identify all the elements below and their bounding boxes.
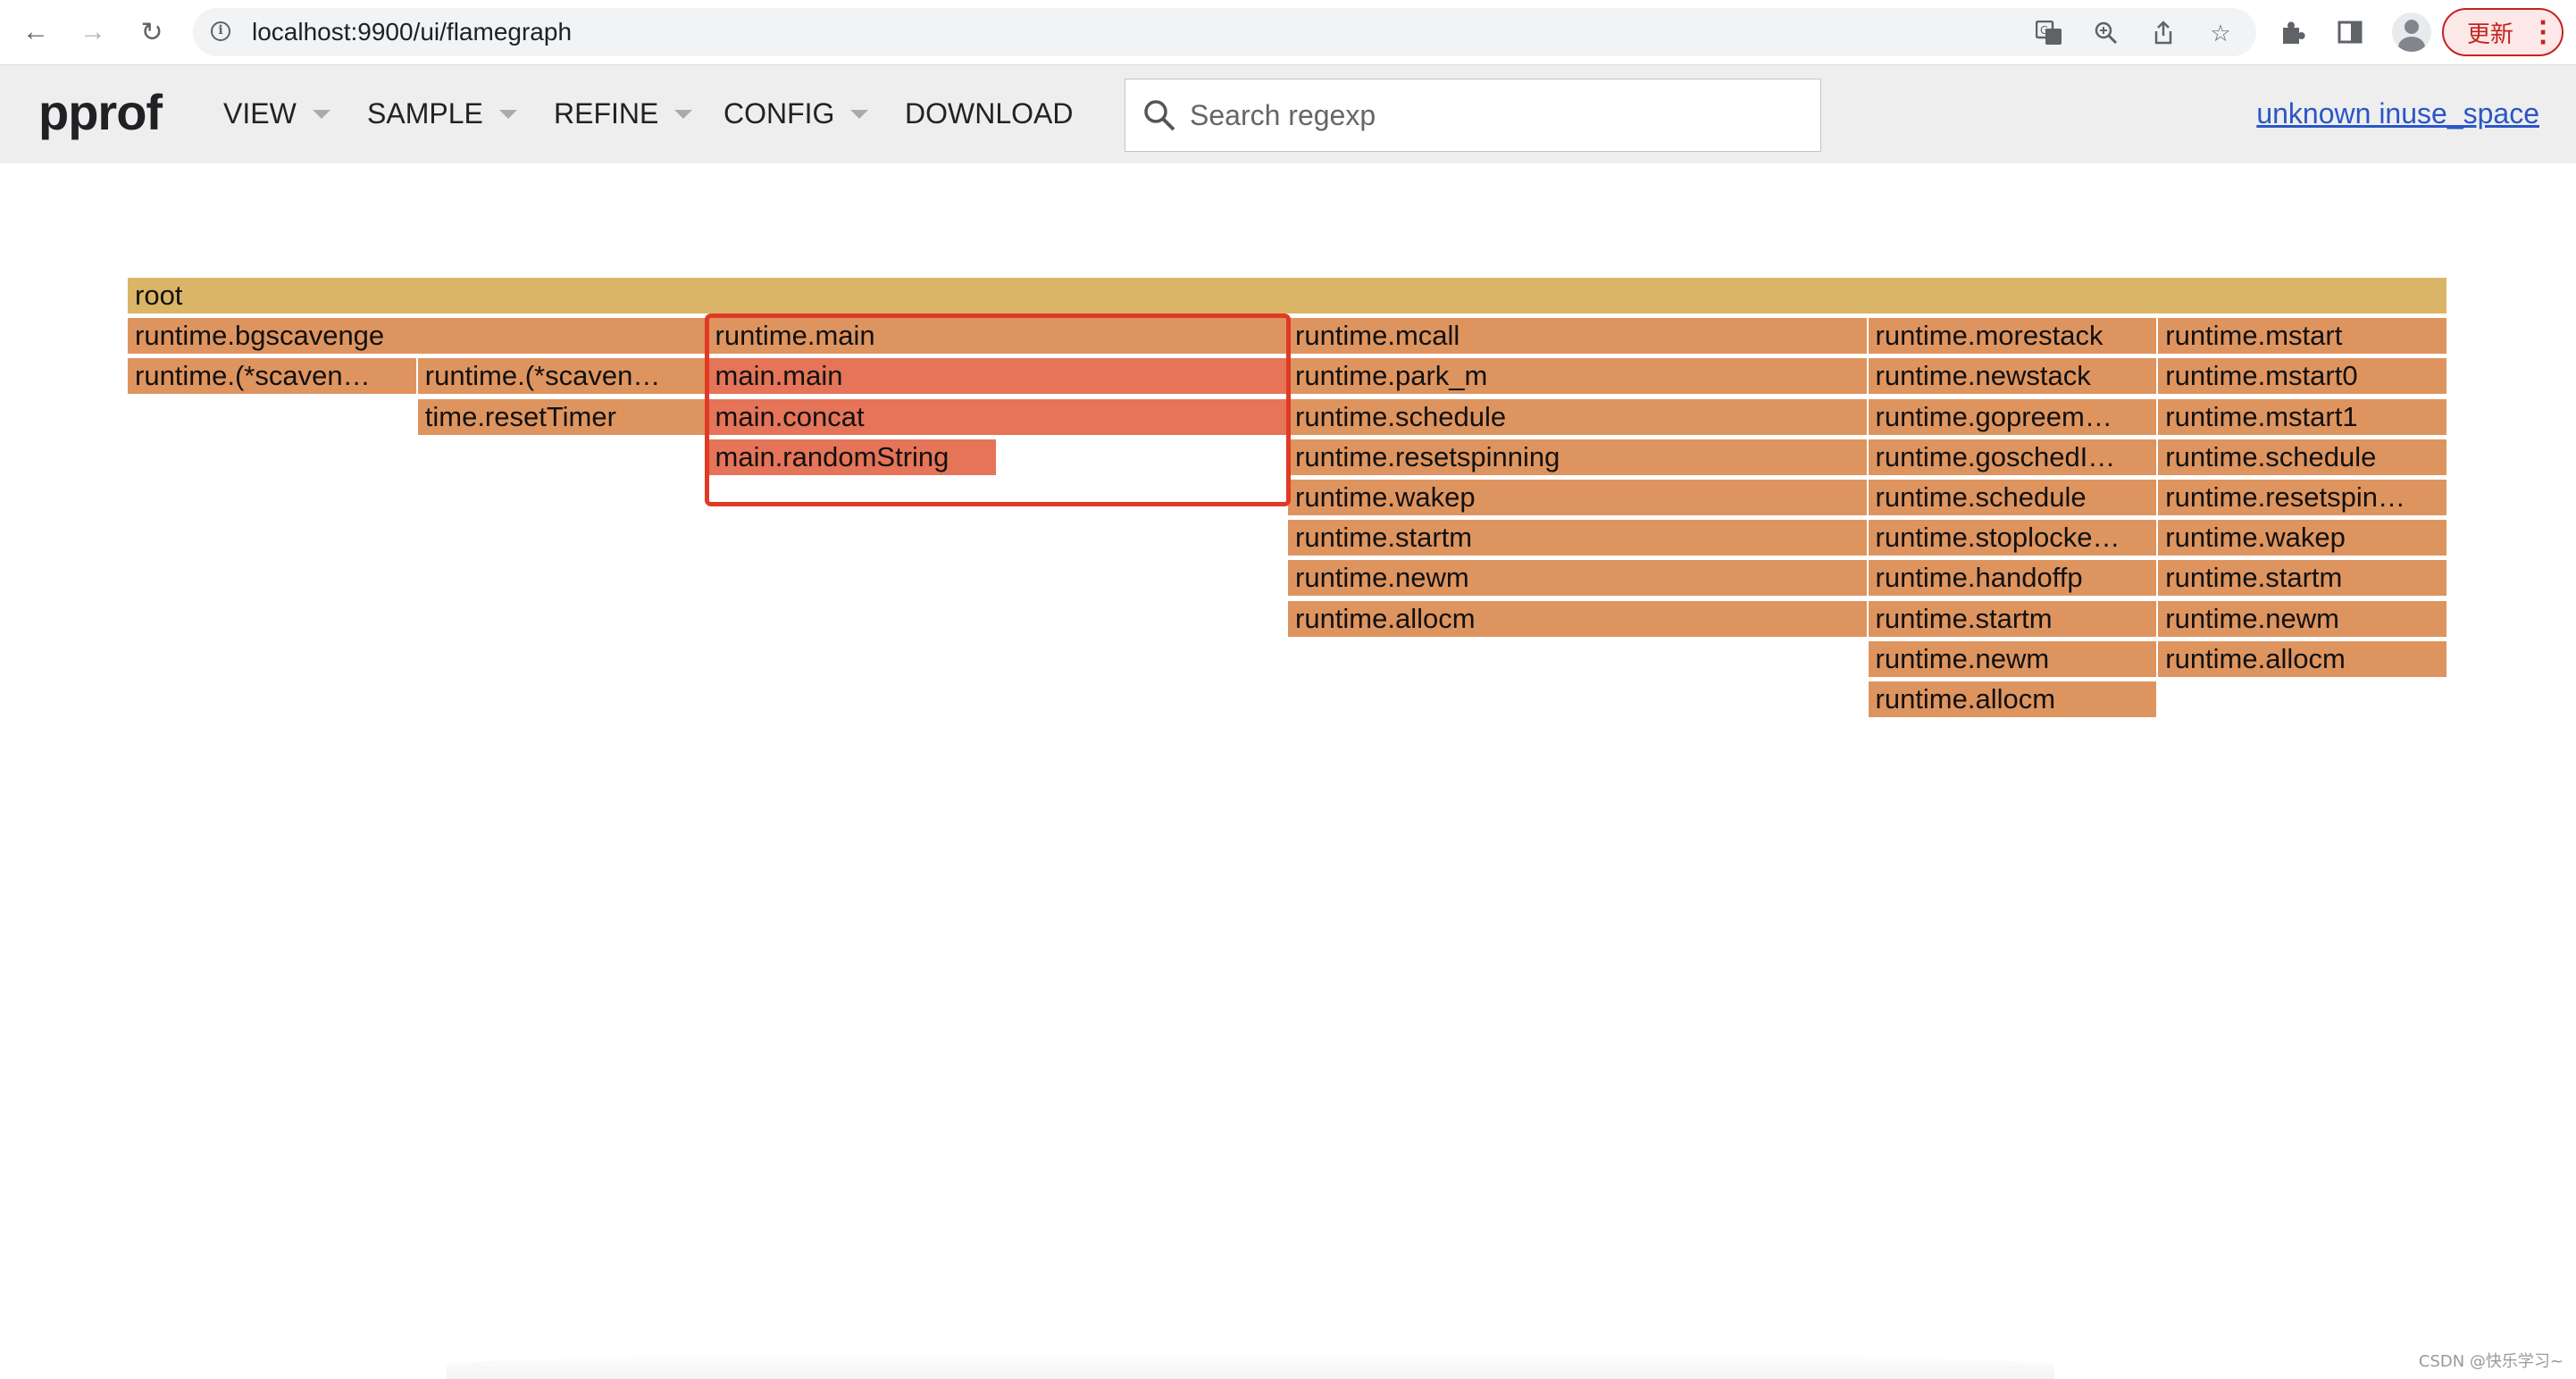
flame-graph: root runtime.bgscavenge runtime.main runtim…: [128, 278, 2448, 724]
profile-type-link[interactable]: unknown inuse_space: [2256, 97, 2539, 130]
flame-frame[interactable]: runtime.startm: [1288, 520, 1869, 558]
caret-down-icon: [674, 109, 693, 119]
flame-frame[interactable]: runtime.mstart1: [2158, 398, 2448, 437]
flame-frame[interactable]: main.main: [707, 358, 1288, 397]
flame-frame[interactable]: runtime.main: [707, 318, 1288, 356]
menu-sample-label: SAMPLE: [367, 97, 483, 130]
flame-frame[interactable]: runtime.allocm: [1288, 600, 1869, 639]
flame-frame[interactable]: runtime.newstack: [1868, 358, 2159, 397]
share-icon[interactable]: [2149, 21, 2178, 46]
menu-view[interactable]: VIEW: [223, 97, 330, 130]
reload-icon[interactable]: ↻: [134, 14, 170, 50]
menu-download[interactable]: DOWNLOAD: [905, 97, 1073, 130]
flame-frame[interactable]: runtime.gopreem…: [1868, 398, 2159, 437]
menu-sample[interactable]: SAMPLE: [367, 97, 517, 130]
menu-download-label: DOWNLOAD: [905, 97, 1074, 130]
menu-config[interactable]: CONFIG: [723, 97, 869, 130]
flame-frame[interactable]: runtime.resetspinning: [1288, 439, 1869, 477]
back-arrow-icon[interactable]: ←: [18, 14, 54, 50]
flame-frame[interactable]: runtime.newm: [1288, 560, 1869, 598]
flame-frame[interactable]: main.randomString: [707, 439, 999, 477]
flame-frame[interactable]: root: [128, 278, 2448, 315]
flame-frame[interactable]: runtime.park_m: [1288, 358, 1869, 397]
flame-frame[interactable]: main.concat: [707, 398, 1288, 437]
bookmark-star-icon[interactable]: ☆: [2206, 20, 2235, 46]
side-panel-icon[interactable]: [2333, 15, 2367, 49]
forward-arrow-icon[interactable]: →: [75, 14, 111, 50]
menu-view-label: VIEW: [223, 97, 297, 130]
flame-frame[interactable]: runtime.mstart: [2158, 318, 2448, 356]
flame-frame[interactable]: runtime.resetspin…: [2158, 480, 2448, 517]
update-button[interactable]: 更新 · · ·: [2442, 8, 2563, 56]
flame-frame[interactable]: runtime.bgscavenge: [128, 318, 708, 356]
flame-frame[interactable]: runtime.allocm: [1868, 681, 2159, 719]
flame-frame[interactable]: runtime.startm: [1868, 600, 2159, 639]
flame-frame[interactable]: runtime.newm: [2158, 600, 2448, 639]
flame-frame[interactable]: runtime.stoplocke…: [1868, 520, 2159, 558]
flame-frame[interactable]: runtime.schedule: [1288, 398, 1869, 437]
caret-down-icon: [312, 109, 330, 119]
extensions-puzzle-icon[interactable]: [2276, 15, 2310, 49]
flame-frame[interactable]: runtime.handoffp: [1868, 560, 2159, 598]
address-bar[interactable]: i localhost:9900/ui/flamegraph G ☆: [193, 8, 2256, 56]
watermark: CSDN @快乐学习~: [2418, 1352, 2563, 1371]
flame-frame[interactable]: runtime.schedule: [1868, 480, 2159, 517]
flame-frame[interactable]: runtime.morestack: [1868, 318, 2159, 356]
pprof-logo[interactable]: pprof: [38, 83, 163, 141]
update-button-label: 更新: [2467, 21, 2514, 48]
flame-frame[interactable]: runtime.(*scaven…: [417, 358, 708, 397]
svg-text:G: G: [2040, 24, 2048, 37]
flame-frame[interactable]: runtime.mcall: [1288, 318, 1869, 356]
search-box[interactable]: [1125, 79, 1821, 152]
translate-icon[interactable]: G: [2035, 21, 2063, 46]
site-info-icon[interactable]: i: [211, 21, 230, 41]
menu-config-label: CONFIG: [723, 97, 835, 130]
pprof-header: pprof VIEW SAMPLE REFINE CONFIG DOWNLOAD…: [0, 65, 2576, 163]
caret-down-icon: [498, 109, 517, 119]
menu-refine[interactable]: REFINE: [554, 97, 693, 130]
flame-frame[interactable]: runtime.wakep: [1288, 480, 1869, 517]
flame-frame[interactable]: runtime.schedule: [2158, 439, 2448, 477]
flame-frame[interactable]: runtime.startm: [2158, 560, 2448, 598]
search-input[interactable]: [1188, 92, 1799, 138]
browser-toolbar: ← → ↻ i localhost:9900/ui/flamegraph G ☆…: [0, 0, 2576, 65]
search-icon: [1144, 100, 1175, 131]
flame-frame[interactable]: runtime.(*scaven…: [128, 358, 418, 397]
flame-frame[interactable]: runtime.goschedI…: [1868, 439, 2159, 477]
address-url[interactable]: localhost:9900/ui/flamegraph: [252, 18, 572, 46]
flame-frame[interactable]: runtime.wakep: [2158, 520, 2448, 558]
profile-avatar-icon[interactable]: [2392, 13, 2431, 52]
flame-frame[interactable]: runtime.mstart0: [2158, 358, 2448, 397]
zoom-icon[interactable]: [2092, 21, 2120, 46]
flame-frame[interactable]: runtime.allocm: [2158, 640, 2448, 679]
more-menu-icon: · · ·: [2538, 10, 2547, 56]
flame-frame[interactable]: runtime.newm: [1868, 640, 2159, 679]
caret-down-icon: [850, 109, 869, 119]
menu-refine-label: REFINE: [554, 97, 659, 130]
flame-frame[interactable]: time.resetTimer: [417, 398, 708, 437]
